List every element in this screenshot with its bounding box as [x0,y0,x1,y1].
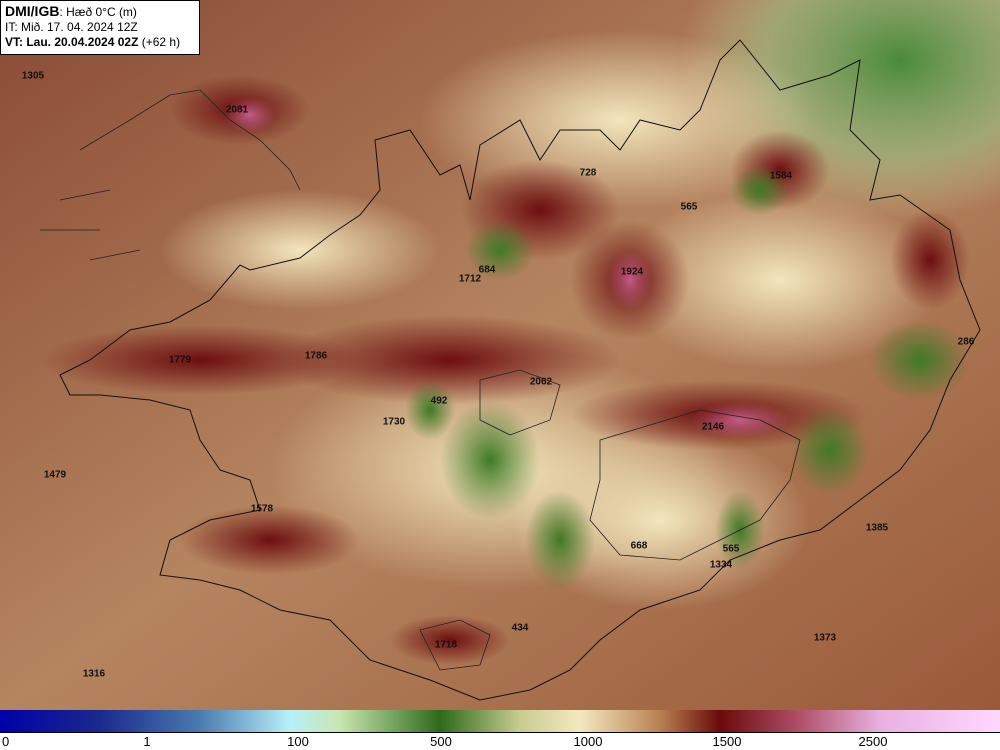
value-label: 684 [478,264,496,276]
value-label: 2062 [529,376,553,388]
value-label: 668 [630,540,648,552]
value-label: 1385 [865,522,889,534]
value-label: 1730 [382,416,406,428]
variable-label: : Hæð 0°C (m) [59,5,137,19]
scale-tick: 1500 [712,734,742,749]
valid-time: VT: Lau. 20.04.2024 02Z [5,35,139,49]
value-label: 1712 [458,273,482,285]
value-label: 728 [579,167,597,179]
brand-label: DMI/IGB [5,3,60,19]
value-label: 1779 [168,354,192,366]
scale-tick: 2500 [858,734,888,749]
value-label: 565 [722,543,740,555]
scale-tick: 500 [430,734,452,749]
value-label: 2146 [701,421,725,433]
map-info-box: DMI/IGB: Hæð 0°C (m) IT: Mið. 17. 04. 20… [0,0,200,55]
value-label: 1373 [813,632,837,644]
scale-tick: 100 [287,734,309,749]
lead-time: (+62 h) [141,35,181,49]
value-label: 1334 [709,559,733,571]
scale-tick: 0 [2,734,10,749]
value-label: 1578 [250,503,274,515]
value-label: 1924 [620,266,644,278]
value-label: 1584 [769,170,793,182]
value-label: 434 [511,622,529,634]
valid-time-line: VT: Lau. 20.04.2024 02Z (+62 h) [5,35,195,50]
value-label: 492 [430,395,448,407]
freezing-level-map [0,0,1000,710]
value-label: 2081 [225,104,249,116]
color-scale-bar [0,710,1000,733]
issue-time: IT: Mið. 17. 04. 2024 12Z [5,20,138,34]
value-label: 1718 [434,639,458,651]
color-scale: 0 1 100 500 1000 1500 2500 [0,710,1000,750]
value-label: 565 [680,201,698,213]
title-line: DMI/IGB: Hæð 0°C (m) [5,4,195,20]
value-label: 1316 [82,668,106,680]
scale-tick: 1 [143,734,151,749]
value-label: 1786 [304,350,328,362]
value-label: 1305 [21,70,45,82]
scale-tick: 1000 [573,734,603,749]
value-label: 286 [957,336,975,348]
value-label: 1479 [43,469,67,481]
